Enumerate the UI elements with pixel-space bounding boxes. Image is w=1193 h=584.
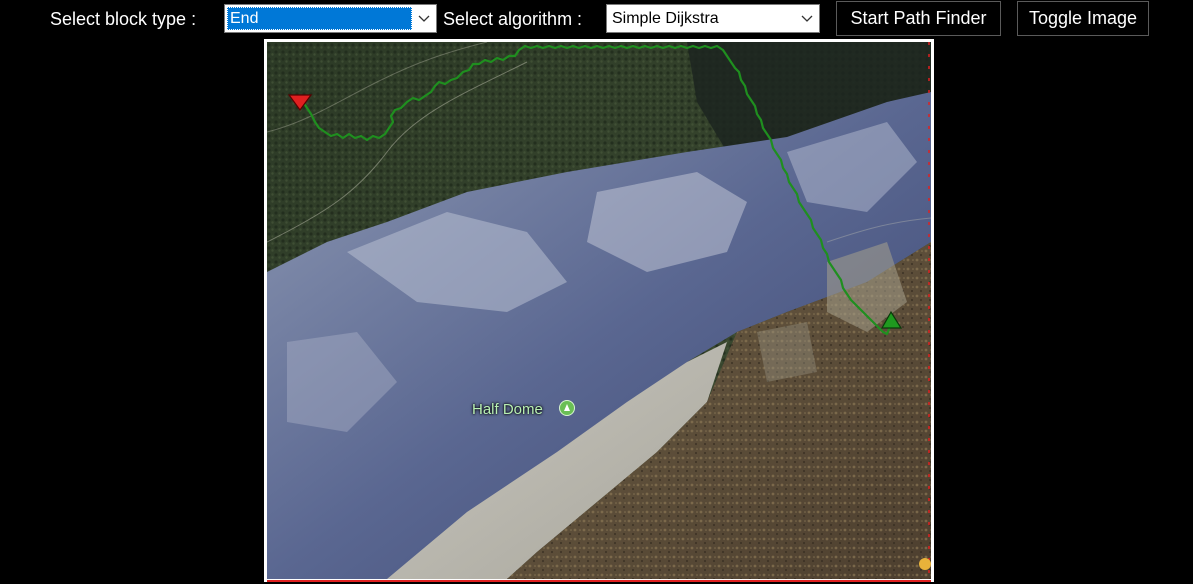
path-finder-window: Select block type : End Select algorithm… bbox=[0, 0, 1193, 584]
chevron-down-icon[interactable] bbox=[412, 5, 436, 32]
pin-icon bbox=[919, 558, 931, 570]
start-path-finder-button[interactable]: Start Path Finder bbox=[836, 1, 1001, 36]
pin-icon bbox=[559, 400, 575, 416]
place-label: Half Dome bbox=[472, 401, 543, 418]
canvas-bottom-border bbox=[267, 580, 931, 582]
chevron-down-icon[interactable] bbox=[795, 5, 819, 32]
algorithm-select[interactable]: Simple Dijkstra bbox=[606, 4, 820, 33]
map-canvas[interactable]: Half Dome bbox=[264, 39, 934, 582]
block-type-label: Select block type : bbox=[50, 9, 197, 29]
satellite-image bbox=[267, 42, 931, 579]
toggle-image-button[interactable]: Toggle Image bbox=[1017, 1, 1149, 36]
block-type-value: End bbox=[227, 7, 412, 30]
algorithm-value: Simple Dijkstra bbox=[612, 10, 719, 27]
block-type-select[interactable]: End bbox=[224, 4, 437, 33]
algorithm-label: Select algorithm : bbox=[443, 9, 583, 29]
